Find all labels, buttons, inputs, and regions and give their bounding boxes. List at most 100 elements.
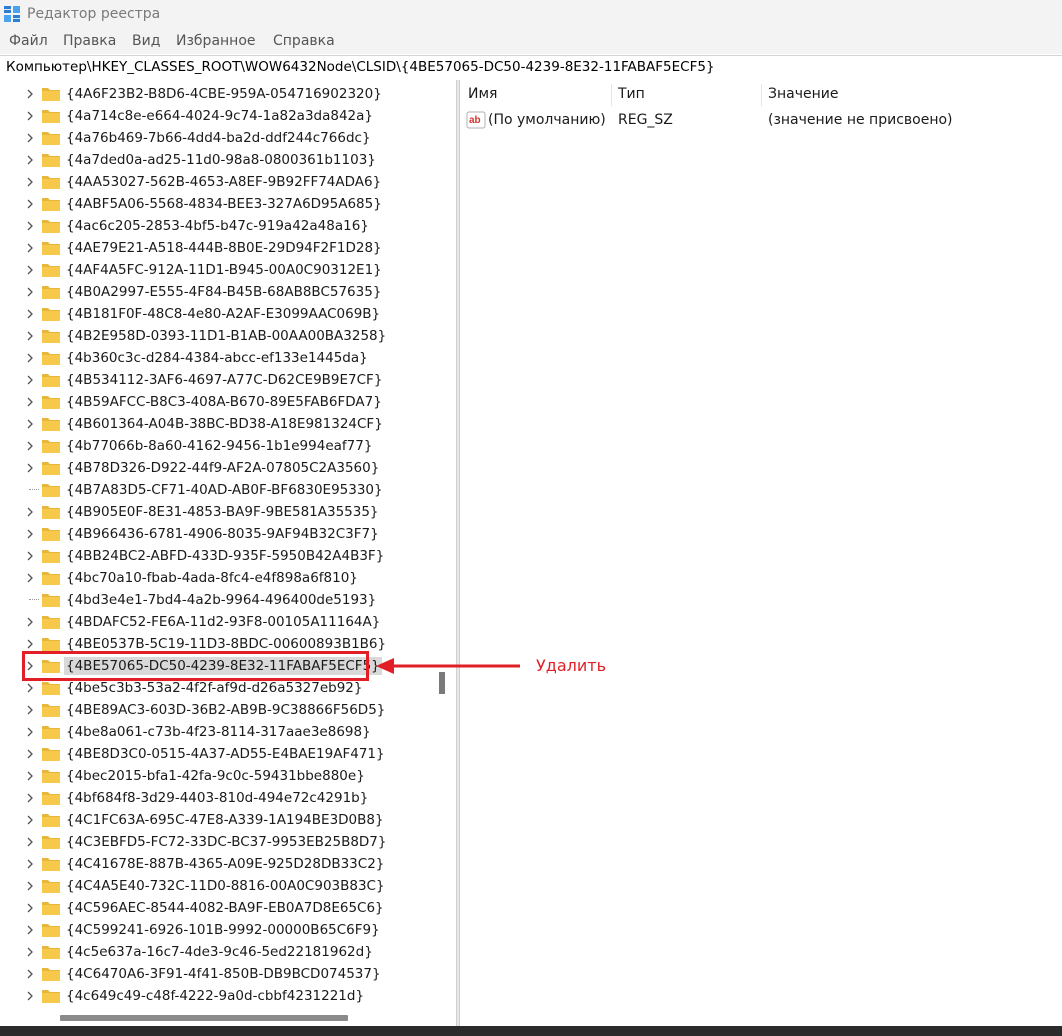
tree-key[interactable]: {4B534112-3AF6-4697-A77C-D62CE9B9E7CF}	[0, 369, 440, 391]
tree-key[interactable]: {4AF4A5FC-912A-11D1-B945-00A0C90312E1}	[0, 259, 440, 281]
tree-key-label: {4B78D326-D922-44f9-AF2A-07805C2A3560}	[66, 460, 380, 476]
tree-key[interactable]: {4B78D326-D922-44f9-AF2A-07805C2A3560}	[0, 457, 440, 479]
tree-key[interactable]: {4C6470A6-3F91-4f41-850B-DB9BCD074537}	[0, 963, 440, 985]
chevron-right-icon[interactable]	[24, 880, 36, 892]
chevron-right-icon[interactable]	[24, 924, 36, 936]
tree-key-label: {4C3EBFD5-FC72-33DC-BC37-9953EB25B8D7}	[66, 834, 387, 850]
tree-key-label: {4ac6c205-2853-4bf5-b47c-919a42a48a16}	[66, 218, 369, 234]
address-bar[interactable]: Компьютер\HKEY_CLASSES_ROOT\WOW6432Node\…	[0, 55, 1062, 81]
chevron-right-icon[interactable]	[24, 418, 36, 430]
menu-help[interactable]: Справка	[273, 33, 335, 49]
tree-key[interactable]: {4A6F23B2-B8D6-4CBE-959A-054716902320}	[0, 83, 440, 105]
tree-key[interactable]: {4C1FC63A-695C-47E8-A339-1A194BE3D0B8}	[0, 809, 440, 831]
chevron-right-icon[interactable]	[24, 572, 36, 584]
chevron-right-icon[interactable]	[24, 704, 36, 716]
tree-key[interactable]: {4B601364-A04B-38BC-BD38-A18E981324CF}	[0, 413, 440, 435]
tree-key[interactable]: {4bc70a10-fbab-4ada-8fc4-e4f898a6f810}	[0, 567, 440, 589]
chevron-right-icon[interactable]	[24, 154, 36, 166]
horizontal-scrollbar-thumb[interactable]	[60, 1015, 348, 1021]
chevron-right-icon[interactable]	[24, 990, 36, 1002]
values-list-pane[interactable]: Имя Тип Значение ab (По умолчанию) REG_S…	[460, 80, 1062, 1026]
tree-key[interactable]: {4AA53027-562B-4653-A8EF-9B92FF74ADA6}	[0, 171, 440, 193]
tree-key[interactable]: {4B7A83D5-CF71-40AD-AB0F-BF6830E95330}	[0, 479, 440, 501]
chevron-right-icon[interactable]	[24, 550, 36, 562]
chevron-right-icon[interactable]	[24, 242, 36, 254]
tree-key[interactable]: {4b360c3c-d284-4384-abcc-ef133e1445da}	[0, 347, 440, 369]
tree-key[interactable]: {4a7ded0a-ad25-11d0-98a8-0800361b1103}	[0, 149, 440, 171]
tree-key[interactable]: {4C596AEC-8544-4082-BA9F-EB0A7D8E65C6}	[0, 897, 440, 919]
chevron-right-icon[interactable]	[24, 902, 36, 914]
chevron-right-icon[interactable]	[24, 792, 36, 804]
chevron-right-icon[interactable]	[24, 858, 36, 870]
vertical-scrollbar-thumb[interactable]	[439, 672, 445, 694]
chevron-right-icon[interactable]	[24, 506, 36, 518]
tree-key[interactable]: {4a76b469-7b66-4dd4-ba2d-ddf244c766dc}	[0, 127, 440, 149]
tree-key[interactable]: {4BE89AC3-603D-36B2-AB9B-9C38866F56D5}	[0, 699, 440, 721]
tree-key[interactable]: {4B966436-6781-4906-8035-9AF94B32C3F7}	[0, 523, 440, 545]
tree-key[interactable]: {4C41678E-887B-4365-A09E-925D28DB33C2}	[0, 853, 440, 875]
chevron-right-icon[interactable]	[24, 176, 36, 188]
chevron-right-icon[interactable]	[24, 946, 36, 958]
chevron-right-icon[interactable]	[24, 198, 36, 210]
value-name[interactable]: (По умолчанию)	[488, 112, 606, 128]
tree-key[interactable]: {4B2E958D-0393-11D1-B1AB-00AA00BA3258}	[0, 325, 440, 347]
menu-view[interactable]: Вид	[132, 33, 160, 49]
chevron-right-icon[interactable]	[24, 264, 36, 276]
chevron-right-icon[interactable]	[24, 814, 36, 826]
tree-key[interactable]: {4a714c8e-e664-4024-9c74-1a82a3da842a}	[0, 105, 440, 127]
menu-favorites[interactable]: Избранное	[176, 33, 256, 49]
address-path[interactable]: Компьютер\HKEY_CLASSES_ROOT\WOW6432Node\…	[6, 59, 715, 75]
tree-key[interactable]: {4ABF5A06-5568-4834-BEE3-327A6D95A685}	[0, 193, 440, 215]
chevron-right-icon[interactable]	[24, 748, 36, 760]
column-header-type[interactable]: Тип	[618, 86, 645, 102]
column-separator[interactable]	[611, 84, 612, 106]
svg-text:ab: ab	[469, 115, 481, 126]
chevron-right-icon[interactable]	[24, 286, 36, 298]
tree-key[interactable]: {4B181F0F-48C8-4e80-A2AF-E3099AAC069B}	[0, 303, 440, 325]
tree-key[interactable]: {4bf684f8-3d29-4403-810d-494e72c4291b}	[0, 787, 440, 809]
chevron-right-icon[interactable]	[24, 88, 36, 100]
tree-key[interactable]: {4ac6c205-2853-4bf5-b47c-919a42a48a16}	[0, 215, 440, 237]
tree-key[interactable]: {4BDAFC52-FE6A-11d2-93F8-00105A11164A}	[0, 611, 440, 633]
column-header-value[interactable]: Значение	[768, 86, 838, 102]
tree-key[interactable]: {4C3EBFD5-FC72-33DC-BC37-9953EB25B8D7}	[0, 831, 440, 853]
chevron-right-icon[interactable]	[24, 462, 36, 474]
key-tree-pane[interactable]: {4A6F23B2-B8D6-4CBE-959A-054716902320} {4…	[0, 80, 456, 1026]
chevron-right-icon[interactable]	[24, 638, 36, 650]
chevron-right-icon[interactable]	[24, 220, 36, 232]
chevron-right-icon[interactable]	[24, 132, 36, 144]
tree-key[interactable]: {4B59AFCC-B8C3-408A-B670-89E5FAB6FDA7}	[0, 391, 440, 413]
chevron-right-icon[interactable]	[24, 682, 36, 694]
tree-key[interactable]: {4b77066b-8a60-4162-9456-1b1e994eaf77}	[0, 435, 440, 457]
tree-key[interactable]: {4C599241-6926-101B-9992-00000B65C6F9}	[0, 919, 440, 941]
chevron-right-icon[interactable]	[24, 968, 36, 980]
column-separator[interactable]	[761, 84, 762, 106]
tree-key[interactable]: {4BE8D3C0-0515-4A37-AD55-E4BAE19AF471}	[0, 743, 440, 765]
chevron-right-icon[interactable]	[24, 396, 36, 408]
chevron-right-icon[interactable]	[24, 374, 36, 386]
chevron-right-icon[interactable]	[24, 308, 36, 320]
chevron-right-icon[interactable]	[24, 330, 36, 342]
chevron-right-icon[interactable]	[24, 352, 36, 364]
tree-key[interactable]: {4c649c49-c48f-4222-9a0d-cbbf4231221d}	[0, 985, 440, 1007]
chevron-right-icon[interactable]	[24, 440, 36, 452]
tree-key[interactable]: {4c5e637a-16c7-4de3-9c46-5ed22181962d}	[0, 941, 440, 963]
chevron-right-icon[interactable]	[24, 110, 36, 122]
tree-key[interactable]: {4bd3e4e1-7bd4-4a2b-9964-496400de5193}	[0, 589, 440, 611]
chevron-right-icon[interactable]	[24, 528, 36, 540]
column-header-name[interactable]: Имя	[468, 86, 497, 102]
tree-key[interactable]: {4C4A5E40-732C-11D0-8816-00A0C903B83C}	[0, 875, 440, 897]
chevron-right-icon[interactable]	[24, 726, 36, 738]
tree-key[interactable]: {4AE79E21-A518-444B-8B0E-29D94F2F1D28}	[0, 237, 440, 259]
menu-edit[interactable]: Правка	[63, 33, 116, 49]
chevron-right-icon[interactable]	[24, 616, 36, 628]
tree-key[interactable]: {4bec2015-bfa1-42fa-9c0c-59431bbe880e}	[0, 765, 440, 787]
tree-key[interactable]: {4be8a061-c73b-4f23-8114-317aae3e8698}	[0, 721, 440, 743]
tree-key[interactable]: {4B905E0F-8E31-4853-BA9F-9BE581A35535}	[0, 501, 440, 523]
menu-file[interactable]: Файл	[9, 33, 48, 49]
folder-icon	[42, 836, 60, 849]
tree-key[interactable]: {4B0A2997-E555-4F84-B45B-68AB8BC57635}	[0, 281, 440, 303]
chevron-right-icon[interactable]	[24, 770, 36, 782]
tree-key[interactable]: {4BB24BC2-ABFD-433D-935F-5950B42A4B3F}	[0, 545, 440, 567]
chevron-right-icon[interactable]	[24, 836, 36, 848]
